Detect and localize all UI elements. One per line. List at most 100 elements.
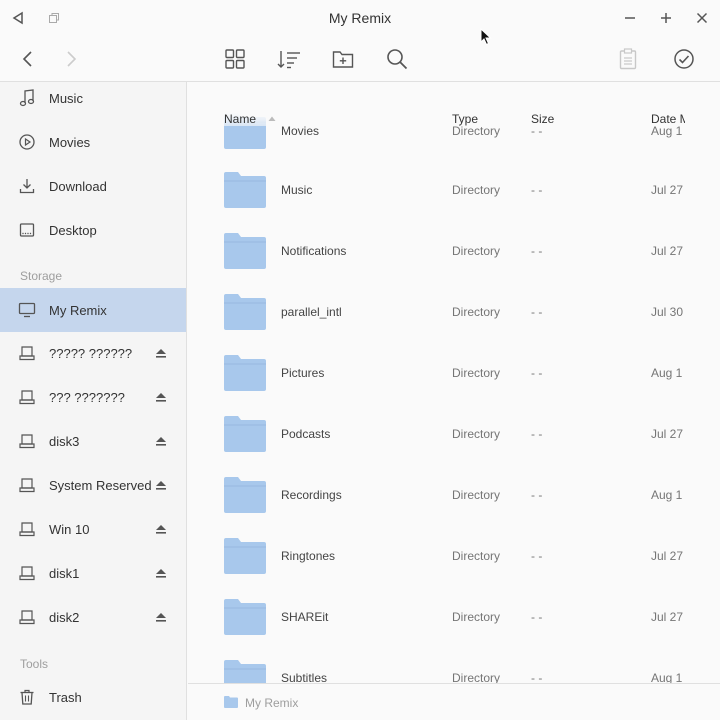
status-path: My Remix	[245, 696, 299, 710]
sidebar-item-drive-1[interactable]: ????? ??????	[0, 332, 186, 374]
file-size: - -	[531, 305, 543, 319]
sidebar-item-disk2[interactable]: disk2	[0, 596, 186, 638]
file-date: Jul 27	[651, 427, 684, 441]
sidebar-item-my-remix[interactable]: My Remix	[0, 288, 186, 332]
eject-icon[interactable]	[155, 479, 167, 491]
column-name-header[interactable]: Name	[224, 112, 256, 126]
mouse-cursor-icon	[480, 28, 492, 46]
file-date: Aug 1	[651, 366, 683, 380]
sidebar-item-label: disk2	[49, 609, 80, 625]
file-name: Music	[281, 183, 313, 197]
column-size-header[interactable]: Size	[531, 112, 554, 126]
file-name: Notifications	[281, 244, 347, 258]
file-date: Jul 30	[651, 305, 684, 319]
file-type: Directory	[452, 427, 501, 441]
sidebar-item-win10[interactable]: Win 10	[0, 508, 186, 550]
sidebar-item-label: Trash	[49, 689, 82, 705]
file-size: - -	[531, 549, 543, 563]
sort-ascending-icon	[268, 116, 276, 121]
list-item[interactable]: Music Directory - - Jul 27	[188, 160, 720, 221]
file-date: Aug 1	[651, 488, 683, 502]
sidebar-item-music[interactable]: Music	[0, 82, 186, 119]
close-icon[interactable]	[692, 8, 712, 28]
file-size: - -	[531, 244, 543, 258]
column-type-header[interactable]: Type	[452, 112, 478, 126]
sidebar-item-download[interactable]: Download	[0, 165, 186, 207]
eject-icon[interactable]	[155, 391, 167, 403]
eject-icon[interactable]	[155, 435, 167, 447]
sidebar-item-desktop[interactable]: Desktop	[0, 209, 186, 251]
drive-icon	[18, 344, 36, 362]
sidebar-item-label: disk1	[49, 565, 80, 581]
clipboard-icon[interactable]	[614, 45, 642, 73]
list-item[interactable]: parallel_intl Directory - - Jul 30	[188, 282, 720, 343]
file-date: Jul 27	[651, 610, 684, 624]
window-title: My Remix	[328, 10, 392, 26]
list-item[interactable]: Notifications Directory - - Jul 27	[188, 221, 720, 282]
folder-icon	[224, 660, 266, 683]
file-type: Directory	[452, 671, 501, 683]
sidebar-item-label: Download	[49, 178, 107, 194]
sidebar-item-label: ????? ??????	[49, 345, 133, 361]
sidebar-item-label: Music	[49, 90, 83, 106]
sidebar-item-movies[interactable]: Movies	[0, 121, 186, 163]
eject-icon[interactable]	[155, 567, 167, 579]
file-name: parallel_intl	[281, 305, 342, 319]
file-name: Ringtones	[281, 549, 336, 563]
file-size: - -	[531, 366, 543, 380]
nav-back-icon[interactable]	[14, 45, 42, 73]
sidebar-item-label: Desktop	[49, 222, 97, 238]
drive-icon	[18, 564, 36, 582]
sidebar-item-system-reserved[interactable]: System Reserved	[0, 464, 186, 506]
list-item[interactable]: Podcasts Directory - - Jul 27	[188, 404, 720, 465]
file-date: Aug 1	[651, 124, 683, 138]
file-date: Jul 27	[651, 549, 684, 563]
list-item[interactable]: Ringtones Directory - - Jul 27	[188, 526, 720, 587]
toolbar	[0, 36, 720, 82]
file-name: Pictures	[281, 366, 325, 380]
folder-icon	[224, 538, 266, 574]
sidebar-item-disk3[interactable]: disk3	[0, 420, 186, 462]
search-icon[interactable]	[383, 45, 411, 73]
list-item[interactable]: SHAREit Directory - - Jul 27	[188, 587, 720, 648]
list-item[interactable]: Recordings Directory - - Aug 1	[188, 465, 720, 526]
sidebar-item-drive-2[interactable]: ??? ???????	[0, 376, 186, 418]
list-item[interactable]: Pictures Directory - - Aug 1	[188, 343, 720, 404]
file-name: Movies	[281, 124, 320, 138]
select-check-icon[interactable]	[670, 45, 698, 73]
nav-forward-icon[interactable]	[57, 45, 85, 73]
file-type: Directory	[452, 124, 501, 138]
folder-icon	[224, 233, 266, 269]
file-name: Recordings	[281, 488, 342, 502]
eject-icon[interactable]	[155, 523, 167, 535]
file-type: Directory	[452, 488, 501, 502]
minimize-icon[interactable]	[620, 8, 640, 28]
folder-icon	[224, 477, 266, 513]
title-bar: My Remix	[0, 0, 720, 36]
new-folder-icon[interactable]	[329, 45, 357, 73]
eject-icon[interactable]	[155, 347, 167, 359]
sidebar-item-disk1[interactable]: disk1	[0, 552, 186, 594]
music-icon	[18, 89, 36, 107]
status-bar: My Remix	[188, 683, 720, 720]
maximize-icon[interactable]	[656, 8, 676, 28]
monitor-icon	[18, 301, 36, 319]
sidebar-item-label: Movies	[49, 134, 91, 150]
file-size: - -	[531, 671, 543, 683]
sort-icon[interactable]	[275, 45, 303, 73]
tools-heading: Tools	[20, 657, 49, 671]
sidebar-item-trash[interactable]: Trash	[0, 676, 186, 718]
file-list: Movies Directory - - Aug 1 Music Directo…	[188, 82, 720, 683]
grid-view-icon[interactable]	[221, 45, 249, 73]
sidebar: Music Movies Download Desktop Storage My…	[0, 82, 187, 720]
file-type: Directory	[452, 305, 501, 319]
list-item[interactable]: Subtitles Directory - - Aug 1	[188, 648, 720, 683]
eject-icon[interactable]	[155, 611, 167, 623]
folder-icon	[224, 172, 266, 208]
drive-icon	[18, 608, 36, 626]
column-date-header[interactable]: Date M	[651, 112, 685, 126]
file-size: - -	[531, 610, 543, 624]
drive-icon	[18, 520, 36, 538]
folder-icon	[224, 599, 266, 635]
storage-heading: Storage	[20, 269, 63, 283]
